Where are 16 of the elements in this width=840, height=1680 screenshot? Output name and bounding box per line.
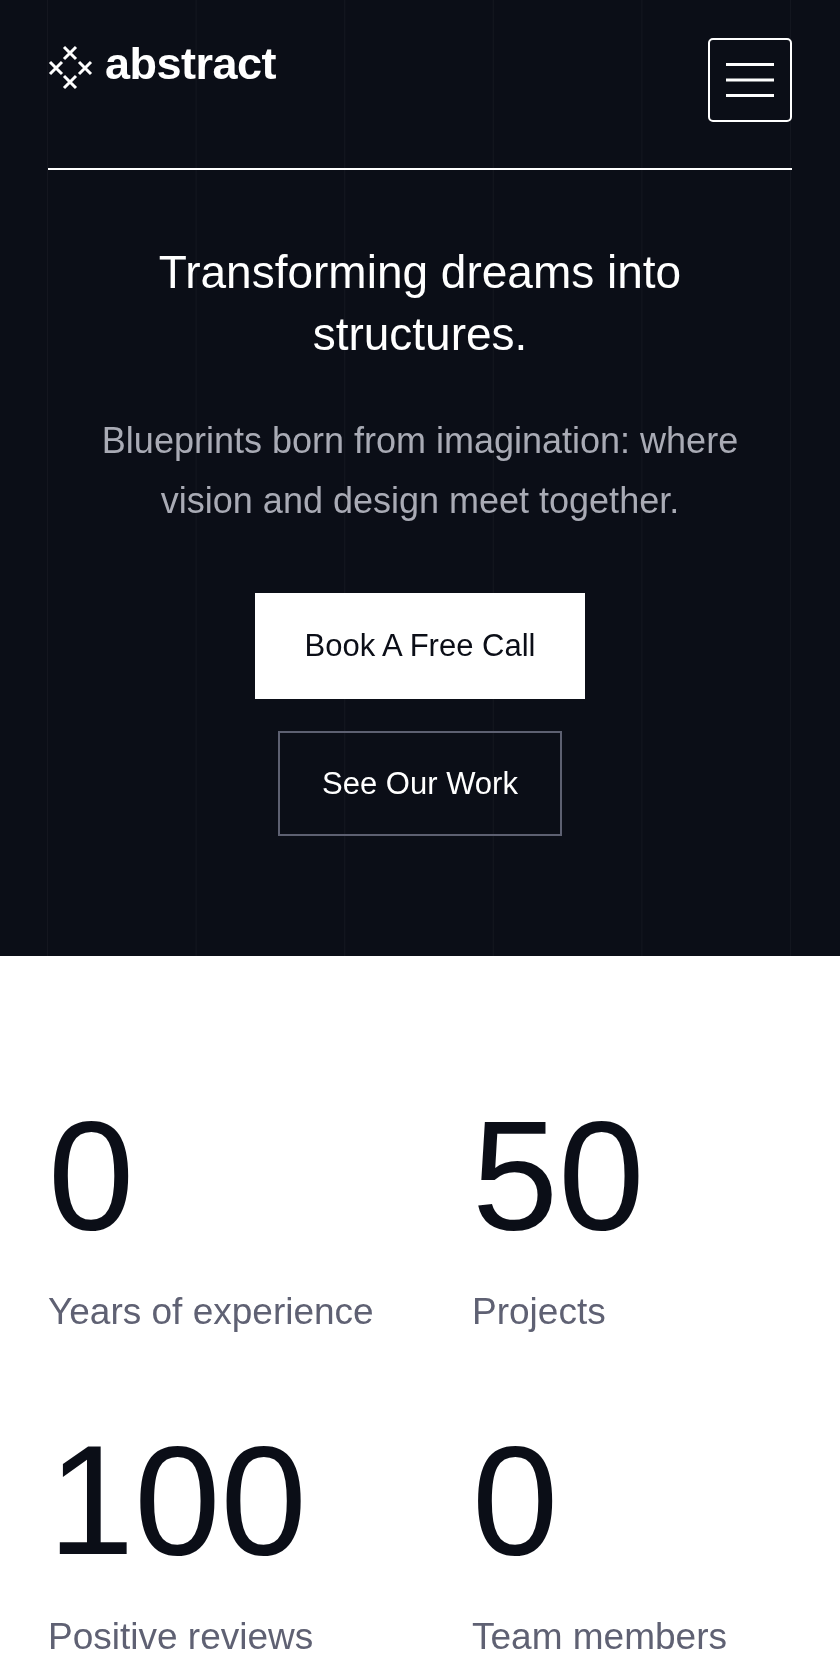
logo-icon (48, 45, 93, 90)
stat-number: 0 (472, 1423, 560, 1579)
stat-label: Team members (472, 1615, 728, 1660)
see-work-button[interactable]: See Our Work (278, 731, 562, 836)
stat-number: 0 (48, 1098, 136, 1253)
hero-subtitle: Blueprints born from imagination: where vision and design meet together. (100, 419, 740, 523)
book-call-button[interactable]: Book A Free Call (254, 593, 586, 699)
logo-text[interactable]: abstract (105, 41, 277, 86)
menu-button[interactable] (708, 38, 792, 122)
stat-label: Projects (472, 1290, 607, 1334)
menu-icon (726, 63, 774, 97)
hero-title: Transforming dreams into structures. (157, 245, 683, 362)
stat-number: 100 (48, 1423, 308, 1579)
stat-label: Positive reviews (48, 1615, 315, 1660)
stat-label: Years of experience (48, 1290, 375, 1334)
stat-number: 50 (472, 1098, 646, 1253)
